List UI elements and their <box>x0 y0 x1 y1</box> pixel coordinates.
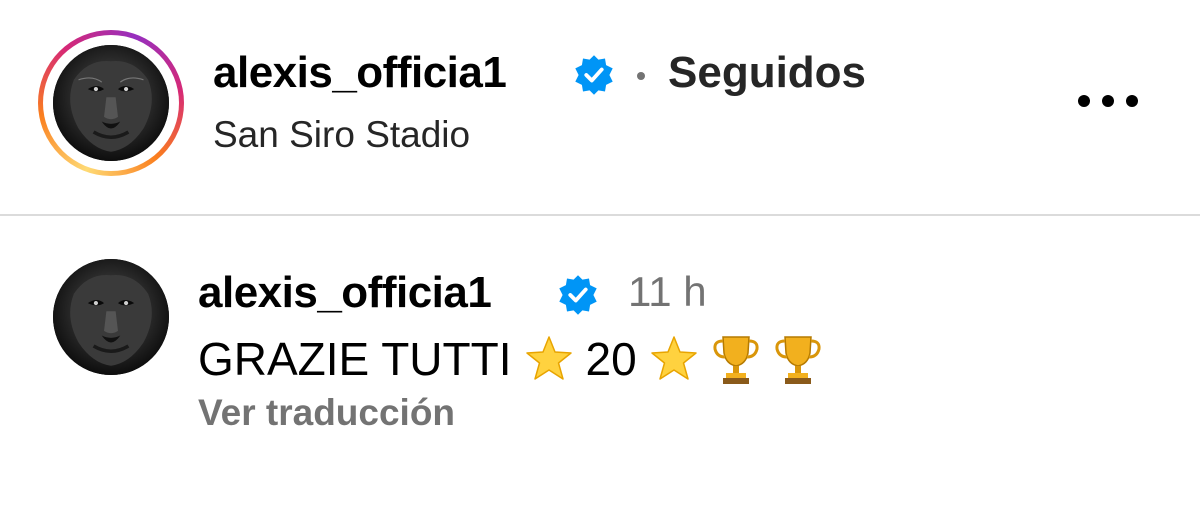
separator-dot <box>637 72 645 80</box>
see-translation-link[interactable]: Ver traducción <box>198 392 455 434</box>
more-options-icon[interactable] <box>1078 90 1138 112</box>
comment-avatar[interactable] <box>53 259 169 375</box>
star-emoji-icon <box>525 336 572 380</box>
caption-text: GRAZIE TUTTI 20 <box>198 332 823 386</box>
caption-text-part1: GRAZIE TUTTI <box>198 333 512 385</box>
comment-timestamp[interactable]: 11 h <box>628 268 707 316</box>
lion-avatar-icon <box>53 45 169 161</box>
trophy-emoji-icon <box>775 336 821 384</box>
trophy-emoji-icon <box>713 336 759 384</box>
comment-username[interactable]: alexis_officia1 <box>198 268 492 318</box>
following-button[interactable]: Seguidos <box>668 48 866 98</box>
post-username[interactable]: alexis_officia1 <box>213 48 507 98</box>
next-comment-clipped <box>198 514 518 522</box>
location-link[interactable]: San Siro Stadio <box>213 114 470 156</box>
lion-avatar-icon <box>53 259 169 375</box>
divider <box>0 214 1200 216</box>
caption-text-part2: 20 <box>585 333 637 385</box>
verified-badge-icon <box>559 275 597 315</box>
avatar[interactable] <box>53 45 169 161</box>
star-emoji-icon <box>650 336 697 380</box>
post-header: alexis_officia1 Seguidos San Siro Stadio <box>0 0 1200 214</box>
verified-badge-icon <box>575 55 613 95</box>
